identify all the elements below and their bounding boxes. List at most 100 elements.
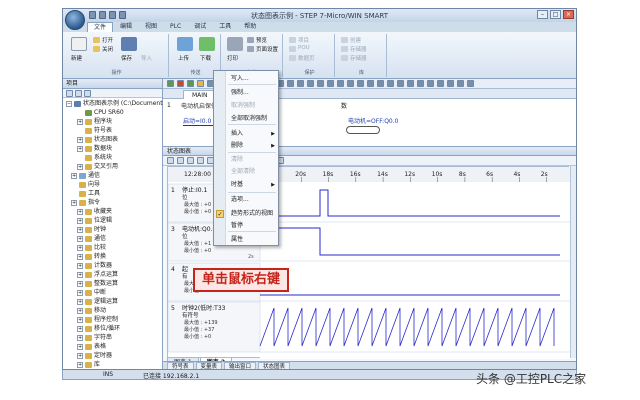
tree-tool-icon[interactable]	[75, 89, 82, 97]
open-button[interactable]: 打开	[102, 36, 113, 44]
expand-icon[interactable]: +	[77, 163, 83, 170]
status-tool-icon[interactable]	[177, 157, 184, 164]
minimize-button[interactable]: –	[537, 10, 548, 19]
save-button[interactable]: 保存	[121, 54, 132, 62]
tab-symbol-table[interactable]: 符号表	[167, 361, 194, 369]
tree-item[interactable]: 向导	[71, 180, 100, 189]
tree-item[interactable]: + 逻辑运算	[77, 297, 118, 306]
toolbar-icon[interactable]	[317, 80, 324, 87]
toolbar-icon[interactable]	[457, 80, 464, 87]
toolbar-icon[interactable]	[417, 80, 424, 87]
tree-item[interactable]: + 指令	[71, 198, 100, 207]
tree-item[interactable]: + 移动	[77, 306, 106, 315]
toolbar-icon[interactable]	[357, 80, 364, 87]
context-menu-item[interactable]: 属性	[231, 236, 243, 244]
expand-icon[interactable]: +	[77, 262, 83, 269]
expand-icon[interactable]: +	[77, 307, 83, 314]
download-button[interactable]: 下载	[200, 54, 211, 62]
tree-item[interactable]: + 交叉引用	[77, 162, 118, 171]
contact-start[interactable]: 启动=I0.0	[183, 116, 211, 125]
tab-main[interactable]: MAIN	[183, 90, 217, 99]
memory2-button[interactable]: 存储器	[350, 54, 367, 62]
print-button[interactable]: 打印	[227, 54, 238, 62]
preview-button[interactable]: 预览	[256, 36, 267, 44]
toolbar-icon[interactable]	[367, 80, 374, 87]
toolbar-icon[interactable]	[467, 80, 474, 87]
expand-icon[interactable]: +	[71, 199, 77, 206]
coil-motor[interactable]: 电动机=OFF:Q0.0	[348, 116, 398, 125]
context-menu-item[interactable]: 全部取消强制	[231, 115, 267, 123]
tree-tool-icon[interactable]	[84, 89, 91, 97]
tree-item[interactable]: 系统块	[77, 153, 112, 162]
toolbar-icon[interactable]	[307, 80, 314, 87]
expand-icon[interactable]: +	[77, 361, 83, 368]
new-button[interactable]: 新建	[71, 54, 82, 62]
expand-icon[interactable]: +	[77, 298, 83, 305]
tree-item[interactable]: + 整数运算	[77, 279, 118, 288]
expand-icon[interactable]: +	[77, 316, 83, 323]
memory-button[interactable]: 存储器	[350, 45, 367, 53]
tree-item[interactable]: + 中断	[77, 288, 106, 297]
context-menu-item[interactable]: 强制...	[231, 89, 249, 97]
toolbar-icon[interactable]	[447, 80, 454, 87]
pou-protect-button[interactable]: POU	[298, 45, 310, 51]
toolbar-icon[interactable]	[187, 80, 194, 87]
toolbar-icon[interactable]	[437, 80, 444, 87]
status-tool-icon[interactable]	[197, 157, 204, 164]
toolbar-icon[interactable]	[297, 80, 304, 87]
tab-debug[interactable]: 调试	[188, 22, 212, 32]
toolbar-icon[interactable]	[387, 80, 394, 87]
expand-icon[interactable]: +	[77, 235, 83, 242]
tree-item[interactable]: + 移位/循环	[77, 324, 120, 333]
tree-item[interactable]: + 字符串	[77, 333, 112, 342]
tree-item[interactable]: + 定时器	[77, 351, 112, 360]
expand-icon[interactable]: +	[77, 289, 83, 296]
tab-status-chart[interactable]: 状态图表	[258, 361, 291, 369]
import-button[interactable]: 导入	[141, 54, 152, 62]
toolbar-icon[interactable]	[337, 80, 344, 87]
expand-icon[interactable]: +	[77, 334, 83, 341]
tree-item[interactable]: + 时钟	[77, 225, 106, 234]
expand-icon[interactable]: +	[77, 145, 83, 152]
expand-icon[interactable]: +	[77, 136, 83, 143]
toolbar-icon[interactable]	[177, 80, 184, 87]
expand-icon[interactable]: +	[77, 226, 83, 233]
project-protect-button[interactable]: 项目	[298, 36, 309, 44]
expand-icon[interactable]: +	[71, 172, 77, 179]
collapse-icon[interactable]: −	[66, 100, 72, 107]
vertical-scrollbar[interactable]	[570, 166, 576, 358]
toolbar-icon[interactable]	[197, 80, 204, 87]
tab-file[interactable]: 文件	[87, 22, 114, 32]
data-page-button[interactable]: 数据页	[298, 54, 315, 62]
expand-icon[interactable]: +	[77, 208, 83, 215]
toolbar-icon[interactable]	[327, 80, 334, 87]
expand-icon[interactable]: +	[77, 343, 83, 350]
tab-help[interactable]: 帮助	[238, 22, 262, 32]
expand-icon[interactable]: +	[77, 325, 83, 332]
expand-icon[interactable]: +	[77, 244, 83, 251]
tree-item[interactable]: + 程序块	[77, 117, 112, 126]
expand-icon[interactable]: +	[77, 352, 83, 359]
tab-edit[interactable]: 编辑	[114, 22, 138, 32]
context-menu-item[interactable]: 选项...	[231, 196, 249, 204]
tree-item[interactable]: + 浮点运算	[77, 270, 118, 279]
status-tool-icon[interactable]	[167, 157, 174, 164]
context-menu-item[interactable]: 暂停	[231, 222, 243, 230]
tab-output-window[interactable]: 输出窗口	[224, 361, 257, 369]
tree-item[interactable]: + 数据块	[77, 144, 112, 153]
expand-icon[interactable]: +	[77, 217, 83, 224]
tree-item[interactable]: + 比较	[77, 243, 106, 252]
context-menu-item[interactable]: 趋势形式的视图	[231, 210, 273, 218]
tree-item[interactable]: + 转换	[77, 252, 106, 261]
tree-item[interactable]: + 位逻辑	[77, 216, 112, 225]
toolbar-icon[interactable]	[167, 80, 174, 87]
tab-plc[interactable]: PLC	[164, 22, 187, 32]
tab-variable-table[interactable]: 变量表	[195, 361, 223, 369]
tree-item[interactable]: + 表格	[77, 342, 106, 351]
tree-item[interactable]: 工具	[71, 189, 100, 198]
tab-view[interactable]: 视图	[139, 22, 163, 32]
toolbar-icon[interactable]	[397, 80, 404, 87]
context-menu-item[interactable]: 删除	[231, 142, 243, 150]
expand-icon[interactable]: +	[77, 253, 83, 260]
tree-item[interactable]: + 程序控制	[77, 315, 118, 324]
